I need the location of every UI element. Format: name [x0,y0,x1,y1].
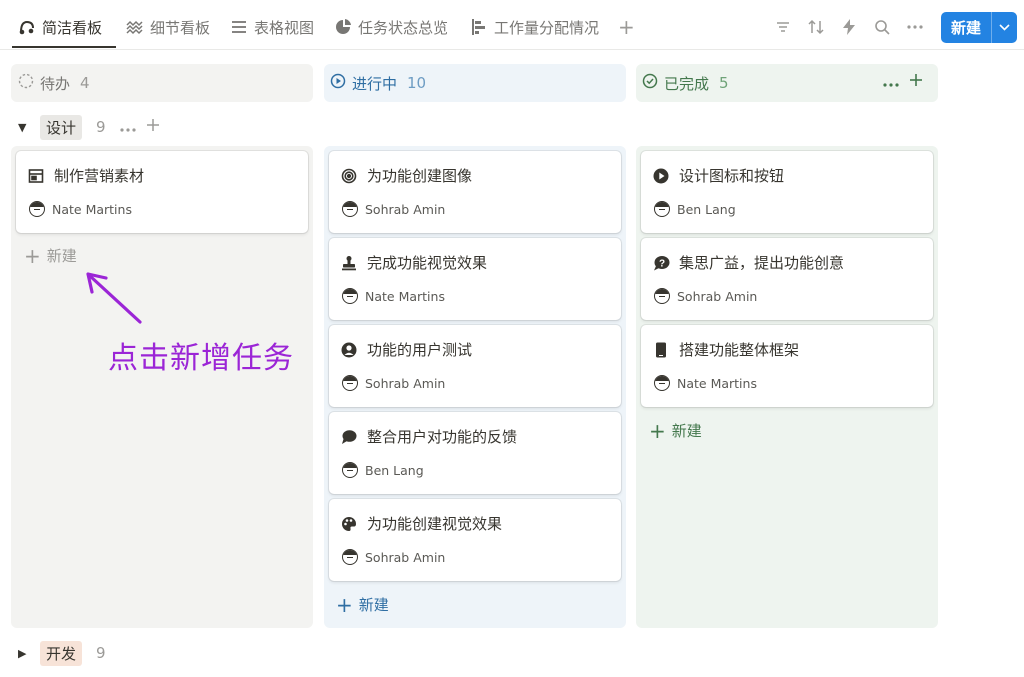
card-title: 设计图标和按钮 [679,167,785,185]
card-title: 集思广益，提出功能创意 [679,254,845,272]
tab-label: 细节看板 [150,18,211,37]
avatar [29,201,45,217]
tab-simple-board[interactable]: 简洁看板 [18,14,102,40]
annotation-text: 点击新增任务 [108,341,294,376]
card-assignee: Ben Lang [365,462,424,478]
avatar [342,462,358,478]
plus-icon: + [336,592,353,617]
plus-icon: + [24,243,41,268]
palette-icon [340,515,358,533]
avatar [342,288,358,304]
target-icon [340,167,358,185]
tab-detail-board[interactable]: 细节看板 [126,14,210,40]
card-title: 完成功能视觉效果 [367,254,488,272]
phone-icon [652,341,670,359]
card-assignee: Sohrab Amin [365,201,446,217]
column-done-tools [883,71,923,92]
check-circle-icon [642,73,658,93]
triangle-right-icon[interactable]: ▶ [18,647,32,660]
task-card[interactable]: 功能的用户测试 Sohrab Amin [329,325,621,407]
card-assignee: Sohrab Amin [365,549,446,565]
more-icon[interactable] [119,118,136,136]
new-task-button-done[interactable]: + 新建 [649,420,702,441]
view-tab-bar: 简洁看板 细节看板 表格视图 任务状态总览 工作量分配情况 + 新建 [0,0,1024,50]
task-card[interactable]: 制作营销素材 Nate Martins [16,151,308,233]
chat-bubble-icon [340,428,358,446]
card-title: 搭建功能整体框架 [679,341,800,359]
group-chip: 开发 [40,640,83,666]
column-title-todo[interactable]: 待办 4 [18,64,90,102]
tab-label: 简洁看板 [42,18,103,37]
tab-label: 表格视图 [254,18,315,37]
add-view-button[interactable]: + [618,14,635,40]
waves-icon [126,18,144,36]
card-assignee: Nate Martins [52,201,132,217]
more-icon[interactable] [904,16,926,38]
search-icon[interactable] [871,16,893,38]
new-task-button-todo[interactable]: + 新建 [24,245,77,266]
group-dev[interactable]: ▶ 开发 9 [18,640,106,666]
plus-icon[interactable] [909,71,923,92]
task-card[interactable]: 搭建功能整体框架 Nate Martins [641,325,933,407]
task-card[interactable]: 为功能创建图像 Sohrab Amin [329,151,621,233]
card-assignee: Ben Lang [677,201,736,217]
avatar [342,549,358,565]
plus-icon: + [649,418,666,443]
avatar [654,375,670,391]
active-tab-indicator [12,46,116,48]
avatar [654,288,670,304]
task-card[interactable]: 设计图标和按钮 Ben Lang [641,151,933,233]
newspaper-icon [27,167,45,185]
new-task-button-in-progress[interactable]: + 新建 [336,594,389,615]
group-chip: 设计 [40,114,83,140]
filter-icon[interactable] [772,16,794,38]
tab-table-view[interactable]: 表格视图 [230,14,314,40]
card-assignee: Nate Martins [677,375,757,391]
card-title: 功能的用户测试 [367,341,473,359]
group-count: 9 [96,644,106,662]
group-count: 9 [96,118,106,136]
column-title-in-progress[interactable]: 进行中 10 [330,64,426,102]
group-design[interactable]: ▼ 设计 9 [18,114,160,140]
card-assignee: Sohrab Amin [365,375,446,391]
avatar [654,201,670,217]
card-title: 整合用户对功能的反馈 [367,428,518,446]
task-card[interactable]: 为功能创建视觉效果 Sohrab Amin [329,499,621,581]
stamp-icon [340,254,358,272]
user-circle-icon [340,341,358,359]
play-circle-icon [330,73,346,93]
new-button[interactable]: 新建 [941,12,1017,43]
tab-label: 任务状态总览 [358,18,449,37]
chevron-down-icon[interactable] [992,24,1017,31]
task-card[interactable]: 完成功能视觉效果 Nate Martins [329,238,621,320]
card-assignee: Sohrab Amin [677,288,758,304]
avatar [342,375,358,391]
play-circle-icon [652,167,670,185]
card-assignee: Nate Martins [365,288,445,304]
tab-status-overview[interactable]: 任务状态总览 [334,14,448,40]
triangle-down-icon[interactable]: ▼ [18,121,32,134]
column-title-done[interactable]: 已完成 5 [642,64,729,102]
pie-icon [334,18,352,36]
tab-workload[interactable]: 工作量分配情况 [470,14,599,40]
plus-icon[interactable] [146,118,160,136]
task-card[interactable]: 整合用户对功能的反馈 Ben Lang [329,412,621,494]
question-bubble-icon: ? [652,254,670,272]
card-title: 为功能创建视觉效果 [367,515,503,533]
list-icon [230,18,248,36]
card-title: 制作营销素材 [54,167,145,185]
task-card[interactable]: ? 集思广益，提出功能创意 Sohrab Amin [641,238,933,320]
board-icon [18,18,36,36]
bar-chart-icon [470,18,488,36]
avatar [342,201,358,217]
dashed-circle-icon [18,73,34,93]
new-button-label: 新建 [950,19,981,37]
card-title: 为功能创建图像 [367,167,473,185]
more-icon[interactable] [883,71,899,92]
lightning-icon[interactable] [838,16,860,38]
svg-text:?: ? [658,258,664,269]
annotation-arrow [86,272,142,324]
sort-icon[interactable] [805,16,827,38]
tab-label: 工作量分配情况 [494,18,600,37]
